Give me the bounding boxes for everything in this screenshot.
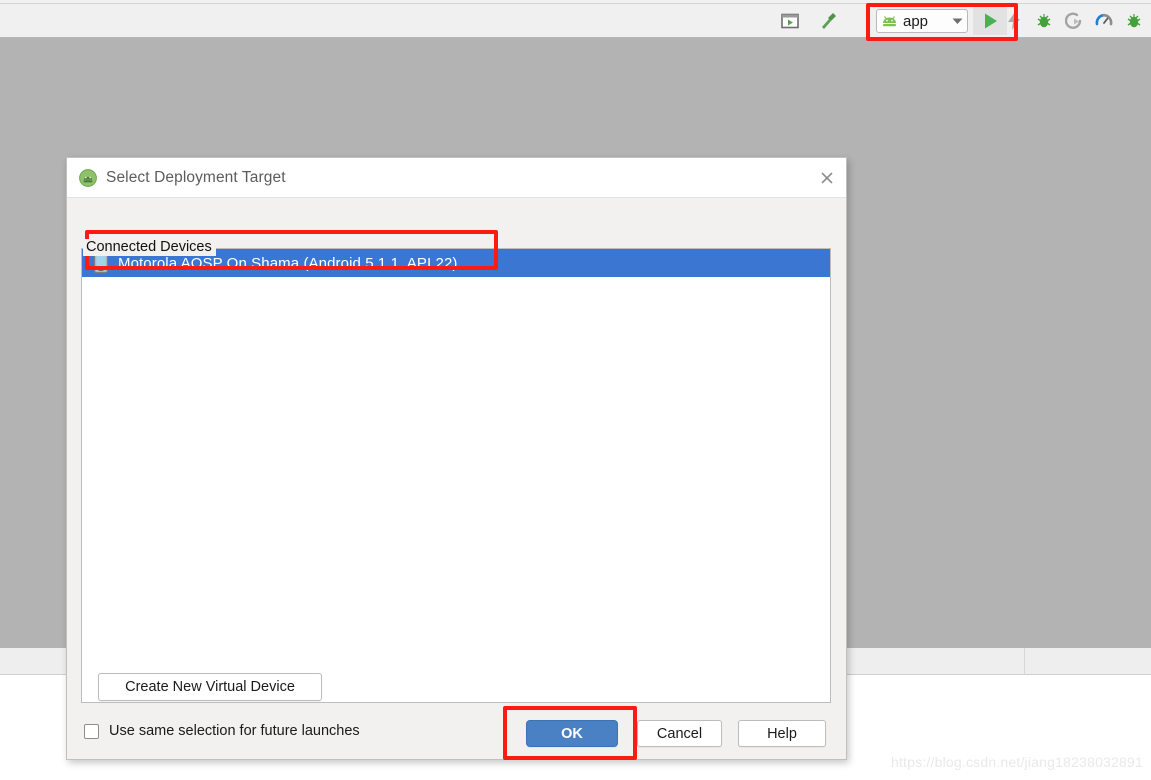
preview-layout-icon[interactable] — [775, 6, 805, 36]
use-same-selection-label: Use same selection for future launches — [109, 723, 360, 739]
build-hammer-icon[interactable] — [813, 6, 843, 36]
connected-devices-legend: Connected Devices — [83, 239, 216, 256]
run-configuration-label: app — [903, 12, 929, 30]
use-same-selection-checkbox[interactable] — [84, 723, 99, 739]
ok-button[interactable]: OK — [526, 720, 618, 747]
status-band-divider — [1024, 648, 1025, 675]
watermark-text: https://blog.csdn.net/jiang18238032891 — [890, 754, 1143, 770]
chevron-down-icon[interactable] — [952, 17, 963, 25]
run-button[interactable] — [973, 7, 1007, 35]
debug-bug-2-icon[interactable] — [1119, 6, 1149, 36]
select-deployment-target-dialog: Select Deployment Target Connected Devic… — [66, 157, 847, 760]
device-list[interactable]: Motorola AOSP On Shama (Android 5.1.1, A… — [82, 249, 830, 702]
debug-bug-icon[interactable] — [1029, 6, 1059, 36]
ide-screen: app Select Deployment Target Connected D… — [0, 0, 1151, 780]
android-head-icon — [881, 15, 898, 27]
android-studio-icon — [79, 168, 97, 187]
profiler-icon[interactable] — [1089, 6, 1119, 36]
help-button[interactable]: Help — [738, 720, 826, 747]
dialog-title: Select Deployment Target — [106, 168, 286, 186]
phone-icon — [94, 253, 108, 273]
use-same-selection-checkbox-row[interactable]: Use same selection for future launches — [84, 723, 360, 739]
device-name: Motorola AOSP On Shama (Android 5.1.1, A… — [118, 254, 458, 272]
dialog-title-bar: Select Deployment Target — [67, 158, 846, 198]
attach-debugger-icon[interactable] — [1059, 6, 1089, 36]
create-new-virtual-device-button[interactable]: Create New Virtual Device — [98, 673, 322, 701]
run-configuration-selector[interactable]: app — [876, 9, 968, 33]
close-icon[interactable] — [816, 167, 838, 189]
cancel-button[interactable]: Cancel — [637, 720, 722, 747]
